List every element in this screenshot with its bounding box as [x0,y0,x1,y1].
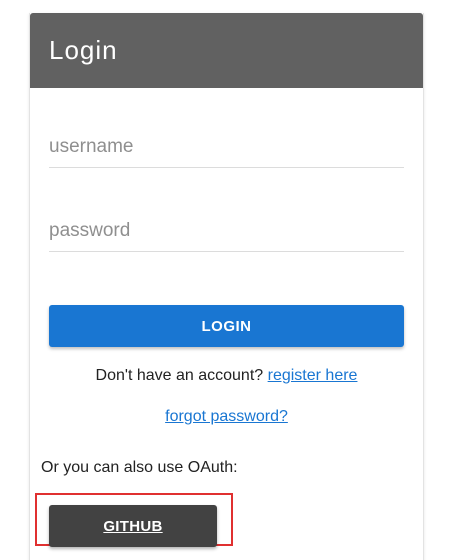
oauth-prompt: Or you can also use OAuth: [41,459,238,476]
login-card: Login LOGIN Don't have an account? regis… [29,13,424,560]
register-link[interactable]: register here [268,367,358,384]
forgot-password-link[interactable]: forgot password? [165,408,288,425]
register-line: Don't have an account? register here [30,366,423,386]
forgot-line: forgot password? [30,407,423,427]
login-button[interactable]: LOGIN [49,305,404,347]
page: Login LOGIN Don't have an account? regis… [0,0,456,560]
card-header: Login [30,13,423,88]
password-input[interactable] [49,211,404,252]
username-input[interactable] [49,127,404,168]
register-prompt: Don't have an account? [95,367,264,384]
github-oauth-button[interactable]: GITHUB [49,505,217,547]
page-title: Login [49,35,118,65]
